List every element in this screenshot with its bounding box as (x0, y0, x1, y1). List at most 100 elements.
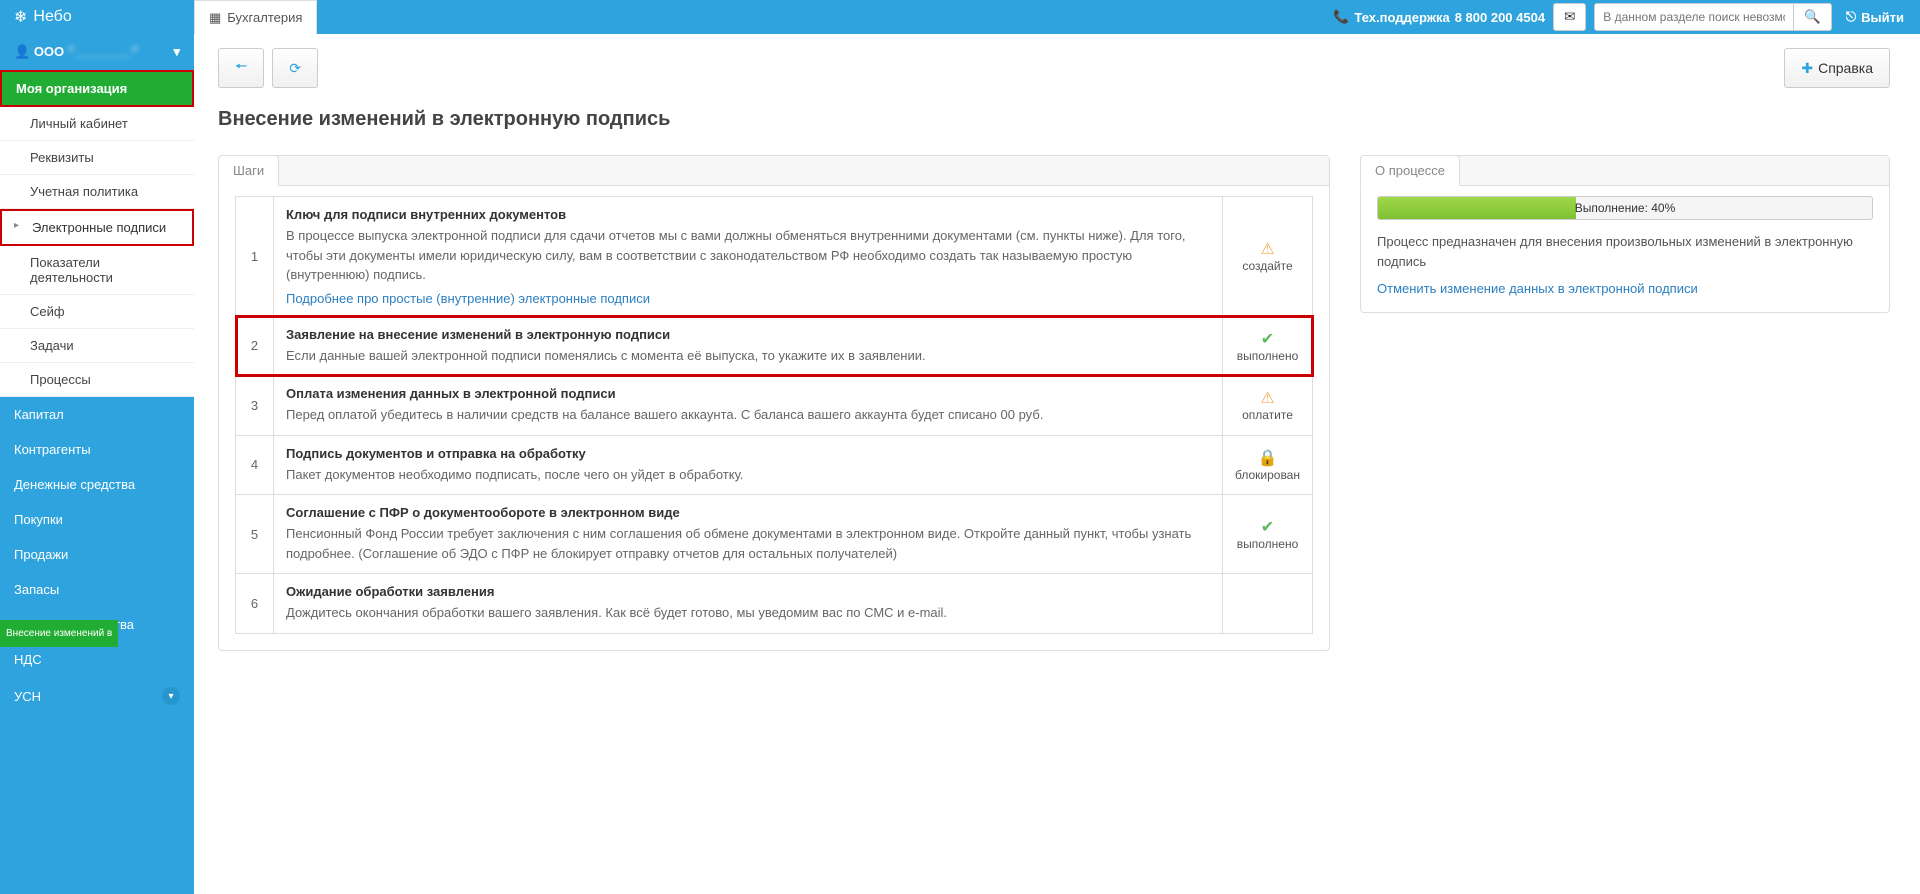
step-title: Подпись документов и отправка на обработ… (286, 446, 1210, 461)
sidebar-sub-item[interactable]: Задачи (0, 329, 194, 363)
sidebar-item[interactable]: Капитал (0, 397, 194, 432)
step-row[interactable]: 6 Ожидание обработки заявления Дождитесь о… (236, 574, 1313, 634)
tab-accounting-label: Бухгалтерия (227, 10, 302, 25)
step-title: Ожидание обработки заявления (286, 584, 1210, 599)
user-icon: 👤 (14, 44, 30, 59)
toolbar: 🠔 ⟳ ✚ Справка (218, 48, 1890, 88)
phone-icon: 📞 (1333, 9, 1349, 25)
exit-icon: ⎋ (1846, 9, 1856, 25)
sidebar-sub-item[interactable]: Учетная политика (0, 175, 194, 209)
step-status: ⚠создайте (1223, 197, 1313, 317)
step-row[interactable]: 5 Соглашение с ПФР о документообороте в э… (236, 495, 1313, 574)
step-status: ✔выполнено (1223, 316, 1313, 376)
step-row[interactable]: 4Подпись документов и отправка на обрабо… (236, 435, 1313, 495)
help-button[interactable]: ✚ Справка (1784, 48, 1890, 88)
step-status-label: блокирован (1235, 468, 1300, 482)
sidebar-item[interactable]: Покупки (0, 502, 194, 537)
progress-label: Выполнение: 40% (1378, 201, 1872, 215)
warn-icon: ⚠ (1235, 388, 1300, 408)
process-tag[interactable]: Внесение изменений в (0, 620, 118, 647)
cancel-process-link[interactable]: Отменить изменение данных в электронной … (1377, 281, 1873, 296)
step-row[interactable]: 1Ключ для подписи внутренних документовВ… (236, 197, 1313, 317)
step-title: Оплата изменения данных в электронной по… (286, 386, 1210, 401)
steps-tab[interactable]: Шаги (218, 155, 279, 186)
exit-button[interactable]: ⎋ Выйти (1840, 9, 1910, 25)
logo-icon: ❄ (14, 7, 27, 27)
step-content: Заявление на внесение изменений в электр… (274, 316, 1223, 376)
logo[interactable]: ❄ Небо (0, 0, 194, 34)
step-content: Соглашение с ПФР о документообороте в эл… (274, 495, 1223, 574)
step-number: 3 (236, 376, 274, 436)
sidebar-item[interactable]: УСН▾ (0, 677, 194, 715)
sidebar-sub-item[interactable]: Процессы (0, 363, 194, 397)
step-status-label: создайте (1235, 259, 1300, 273)
sidebar-sub-item[interactable]: Электронные подписи (0, 209, 194, 246)
step-content: Подпись документов и отправка на обработ… (274, 435, 1223, 495)
topbar: ❄ Небо ▦ Бухгалтерия 📞 Тех.поддержка 8 8… (0, 0, 1920, 34)
ok-icon: ✔ (1235, 517, 1300, 537)
step-link[interactable]: Подробнее про простые (внутренние) элект… (286, 291, 650, 306)
step-status-label: выполнено (1235, 349, 1300, 363)
chevron-down-icon: ▾ (173, 44, 180, 60)
steps-panel: Шаги 1Ключ для подписи внутренних докуме… (218, 155, 1330, 651)
search-icon: 🔍 (1804, 9, 1821, 24)
step-description: Пенсионный Фонд России требует заключени… (286, 524, 1210, 563)
tab-accounting[interactable]: ▦ Бухгалтерия (194, 0, 317, 34)
step-row[interactable]: 3 Оплата изменения данных в электронной п… (236, 376, 1313, 436)
search-input[interactable] (1594, 3, 1794, 31)
step-content: Ключ для подписи внутренних документов В … (274, 197, 1223, 317)
lock-icon: 🔒 (1235, 448, 1300, 468)
sidebar-item[interactable]: Запасы (0, 572, 194, 607)
mail-icon: ✉ (1564, 9, 1575, 24)
sidebar-sub-item[interactable]: Реквизиты (0, 141, 194, 175)
step-status: 🔒блокирован (1223, 435, 1313, 495)
refresh-icon: ⟳ (289, 60, 301, 76)
step-number: 2 (236, 316, 274, 376)
step-status-label: выполнено (1235, 537, 1300, 551)
step-description: В процессе выпуска электронной подписи д… (286, 226, 1210, 285)
process-description: Процесс предназначен для внесения произв… (1377, 232, 1873, 271)
step-description: Дождитесь окончания обработки вашего зая… (286, 603, 1210, 623)
process-panel: О процессе Выполнение: 40% Процесс предн… (1360, 155, 1890, 313)
step-content: Ожидание обработки заявления Дождитесь ок… (274, 574, 1223, 634)
search: 🔍 (1594, 3, 1832, 31)
step-row[interactable]: 2 Заявление на внесение изменений в элект… (236, 316, 1313, 376)
org-selector[interactable]: 👤 ООО "________" ▾ (0, 34, 194, 70)
chevron-down-icon: ▾ (162, 687, 180, 705)
sidebar-sub-item[interactable]: Показатели деятельности (0, 246, 194, 295)
sidebar-sub-item[interactable]: Личный кабинет (0, 107, 194, 141)
sidebar-item[interactable]: Денежные средства (0, 467, 194, 502)
step-number: 6 (236, 574, 274, 634)
step-title: Соглашение с ПФР о документообороте в эл… (286, 505, 1210, 520)
sidebar-item[interactable]: Контрагенты (0, 432, 194, 467)
sidebar-item[interactable]: НДС (0, 642, 194, 677)
step-title: Ключ для подписи внутренних документов (286, 207, 1210, 222)
step-status-label: оплатите (1235, 408, 1300, 422)
step-number: 5 (236, 495, 274, 574)
support-phone[interactable]: 📞 Тех.поддержка 8 800 200 4504 (1333, 9, 1545, 25)
topbar-right: 📞 Тех.поддержка 8 800 200 4504 ✉ 🔍 ⎋ Вый… (1323, 0, 1920, 34)
help-icon: ✚ (1801, 60, 1813, 77)
back-button[interactable]: 🠔 (218, 48, 264, 88)
mail-button[interactable]: ✉ (1553, 3, 1586, 31)
main: 🠔 ⟳ ✚ Справка Внесение изменений в элект… (194, 34, 1920, 894)
warn-icon: ⚠ (1235, 239, 1300, 259)
step-description: Если данные вашей электронной подписи по… (286, 346, 1210, 366)
step-status: ✔выполнено (1223, 495, 1313, 574)
refresh-button[interactable]: ⟳ (272, 48, 318, 88)
process-tab[interactable]: О процессе (1360, 155, 1460, 186)
step-description: Перед оплатой убедитесь в наличии средст… (286, 405, 1210, 425)
calculator-icon: ▦ (209, 10, 221, 26)
sidebar-sub-item[interactable]: Сейф (0, 295, 194, 329)
step-description: Пакет документов необходимо подписать, п… (286, 465, 1210, 485)
page-title: Внесение изменений в электронную подпись (218, 108, 1890, 131)
search-button[interactable]: 🔍 (1794, 3, 1832, 31)
ok-icon: ✔ (1235, 329, 1300, 349)
progress-bar: Выполнение: 40% (1377, 196, 1873, 220)
sidebar-item[interactable]: Продажи (0, 537, 194, 572)
sidebar-section-my-org[interactable]: Моя организация (0, 70, 194, 107)
arrow-left-icon: 🠔 (235, 58, 247, 74)
step-title: Заявление на внесение изменений в электр… (286, 327, 1210, 342)
step-status (1223, 574, 1313, 634)
sidebar: 👤 ООО "________" ▾ Моя организация Личны… (0, 34, 194, 894)
